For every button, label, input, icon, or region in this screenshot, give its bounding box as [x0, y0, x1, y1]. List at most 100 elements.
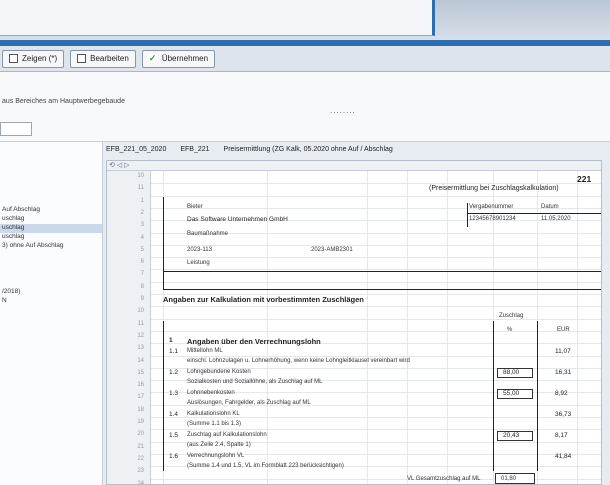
border-leistung: [163, 271, 601, 272]
sidebar-item-selected[interactable]: uschlag: [0, 224, 102, 233]
pct-value[interactable]: 88,00: [503, 369, 519, 376]
pct-value[interactable]: 55,00: [503, 390, 519, 397]
show-button[interactable]: Zeigen (*): [2, 49, 65, 68]
col-eur: EUR: [557, 327, 570, 333]
tab-efb-221-05-2020[interactable]: EFB_221_05_2020: [106, 146, 166, 158]
grid-row-line: [151, 195, 601, 197]
line-text: Lohnnebenkosten: [187, 389, 235, 396]
border-header-vertical: [467, 203, 468, 227]
tab-efb-221[interactable]: EFB_221: [180, 146, 209, 158]
line-text: (Summe 1.4 und 1.5, VL im Formblatt 223 …: [187, 463, 344, 469]
row-number: 24: [137, 480, 144, 485]
form-number: 221: [577, 174, 592, 184]
form-title: (Preisermittlung bei Zuschlagskalkulatio…: [429, 185, 559, 192]
line-text: Sozialkosten und Soziallöhne, als Zuschl…: [187, 379, 323, 385]
row-number: 20: [137, 431, 144, 438]
row-number: 11: [137, 320, 144, 327]
eur-value: 11,07: [555, 347, 571, 355]
row-number: 15: [137, 369, 144, 376]
border-bottom: [163, 289, 601, 290]
document-tabs: EFB_221_05_2020 EFB_221 Preisermittlung …: [106, 146, 606, 158]
footer-value[interactable]: 01,80: [501, 476, 516, 482]
grid-row-line: [151, 429, 601, 431]
border-left: [163, 197, 164, 289]
line-number: 1.1: [169, 347, 179, 355]
edit-icon: [77, 54, 87, 63]
row-number: 11: [137, 185, 144, 192]
massnahme-ref[interactable]: 2023-AMB2301: [311, 247, 353, 253]
leistung-label: Leistung: [187, 260, 210, 266]
massnahme-code[interactable]: 2023-113: [187, 247, 212, 253]
vergabe-value[interactable]: 12345678901234: [469, 216, 516, 222]
eur-value: 8,17: [555, 431, 568, 439]
pct-value[interactable]: 20,43: [503, 432, 519, 439]
filter-input[interactable]: [0, 122, 32, 136]
sidebar-item[interactable]: uschlag: [0, 215, 24, 224]
row-number: 21: [137, 443, 144, 450]
line-number: 1.5: [169, 431, 179, 439]
sheet-nav-icons[interactable]: ⟲ ◁ ▷: [109, 161, 130, 169]
apply-button[interactable]: ✓ Übernehmen: [141, 49, 216, 68]
row-number: 10: [137, 173, 144, 179]
border-pct-col: [493, 321, 494, 471]
line-text: Verrechnungslohn VL: [187, 452, 245, 459]
row-number: 7: [140, 271, 144, 278]
row-number: 23: [137, 468, 144, 475]
tab-preisermittlung[interactable]: Preisermittlung (ZG Kalk, 05.2020 ohne A…: [224, 146, 393, 158]
spreadsheet[interactable]: ⟲ ◁ ▷ 10 11 1 2 3 4 5 6 7 8 9 10 11 12 13 14 15 16 17 18 19 2…: [106, 160, 602, 485]
line-number: 1.2: [169, 368, 179, 376]
show-button-label: Zeigen (*): [22, 54, 58, 63]
checkbox-icon: [9, 54, 18, 63]
filter-dots: ........: [330, 106, 356, 115]
datum-value[interactable]: 11.05.2020: [541, 216, 571, 222]
row-number: 10: [137, 308, 144, 315]
grid-row-line: [151, 355, 601, 357]
sidebar-item[interactable]: /2018): [0, 288, 20, 297]
sidebar: Auf Abschlag uschlag uschlag uschlag 3) …: [0, 142, 103, 485]
row-number: 19: [137, 419, 144, 425]
grid-col-line: [407, 171, 408, 484]
eur-value: 36,73: [555, 410, 572, 418]
line-number: 1: [169, 337, 173, 344]
border-lines-left: [163, 321, 164, 471]
line-number: 1.4: [169, 410, 179, 418]
row-number: 4: [140, 234, 144, 241]
sidebar-item[interactable]: uschlag: [0, 233, 24, 242]
row-number: 12: [137, 332, 144, 339]
apply-button-label: Übernehmen: [161, 54, 209, 63]
bieter-label: Bieter: [187, 204, 203, 210]
sidebar-item[interactable]: Auf Abschlag: [0, 206, 40, 215]
toolbar: Zeigen (*) Bearbeiten ✓ Übernehmen: [0, 46, 610, 72]
eur-value: 41,84: [555, 452, 572, 460]
border-header-right: [467, 213, 601, 214]
row-number: 6: [140, 259, 144, 266]
col-zuschlag: Zuschlag: [499, 313, 524, 319]
line-text: (Summe 1.1 bis 1.3): [187, 421, 242, 427]
filter-hint: aus Bereiches am Hauptwerbegebaude: [2, 98, 125, 105]
sidebar-item[interactable]: N: [0, 297, 7, 306]
line-text: Zuschlag auf Kalkulationslohn: [187, 431, 267, 438]
title-panel: [0, 0, 435, 36]
grid-col-line: [577, 171, 578, 484]
grid-row-line: [151, 207, 601, 209]
eur-value: 8,92: [555, 389, 568, 397]
footer-label: VL Gesamtzuschlag auf ML: [407, 476, 481, 482]
title-bar: [0, 0, 610, 40]
grid-row-line: [151, 330, 601, 332]
row-number: 2: [140, 209, 144, 216]
vergabe-label: Vergabenummer: [469, 204, 514, 210]
edit-button-label: Bearbeiten: [90, 54, 129, 63]
line-text: Angaben über den Verrechnungslohn: [187, 337, 321, 346]
grid-row-line: [151, 318, 601, 320]
row-header: 10 11 1 2 3 4 5 6 7 8 9 10 11 12 13 14 15 16 17 18 19 20 21 22 2…: [107, 171, 151, 485]
sidebar-item[interactable]: 3) ohne Auf Abschlag: [0, 242, 63, 251]
row-number: 1: [140, 197, 144, 204]
bieter-value[interactable]: Das Software Unternehmen GmbH: [187, 216, 288, 223]
grid-row-line: [151, 244, 601, 246]
row-number: 18: [137, 406, 144, 413]
column-header: ⟲ ◁ ▷: [107, 161, 601, 171]
edit-button[interactable]: Bearbeiten: [70, 49, 136, 68]
line-text: Auslösungen, Fahrgelder, als Zuschlag au…: [187, 400, 311, 406]
line-text: Kalkulationslohn KL: [187, 410, 240, 417]
line-text: einschl. Lohnzulagen u. Lohnerhöhung, we…: [187, 358, 410, 364]
